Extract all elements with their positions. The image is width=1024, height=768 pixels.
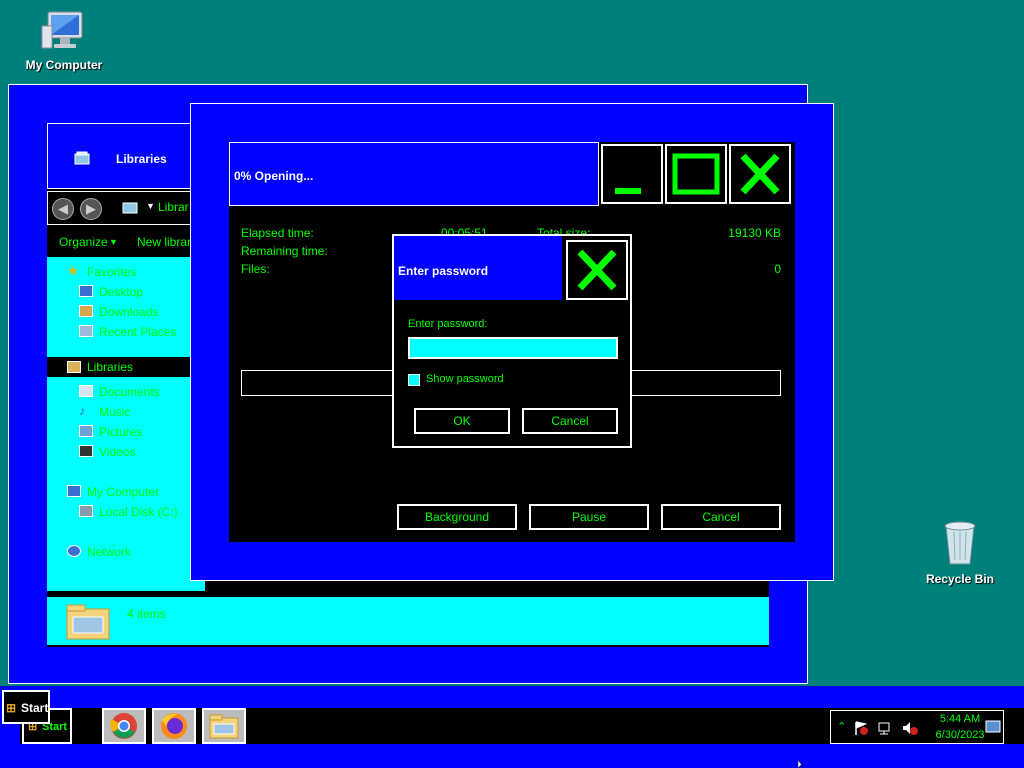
- nav-network[interactable]: Network: [87, 545, 131, 559]
- file-explorer-icon: [209, 714, 239, 739]
- organize-dropdown-icon[interactable]: ▼: [109, 237, 118, 247]
- chevron-up-icon[interactable]: ⌃: [837, 720, 846, 733]
- files-label: Files:: [241, 262, 270, 276]
- files-value: 0: [774, 262, 781, 276]
- libraries-icon: [122, 202, 138, 214]
- nav-pictures[interactable]: Pictures: [99, 425, 142, 439]
- progress-title: 0% Opening...: [234, 169, 314, 183]
- chevron-down-icon[interactable]: ▼: [146, 201, 155, 211]
- desktop-icon-recycle-bin[interactable]: Recycle Bin: [920, 520, 1000, 586]
- nav-favorites[interactable]: Favorites: [87, 265, 136, 279]
- password-dialog-title-bar[interactable]: Enter password: [394, 236, 562, 300]
- action-center-flag-icon[interactable]: [853, 720, 869, 736]
- new-library-button[interactable]: New library: [137, 235, 197, 249]
- pictures-icon: [79, 425, 93, 437]
- system-tray: ⌃ 5:44 AM 6/30/2023: [830, 710, 1004, 744]
- documents-icon: [79, 385, 93, 397]
- elapsed-time-label: Elapsed time:: [241, 226, 314, 240]
- desktop-icon: [79, 285, 93, 297]
- recycle-bin-icon: [944, 521, 976, 565]
- downloads-icon: [79, 305, 93, 317]
- libraries-large-icon: [66, 604, 110, 640]
- forward-button[interactable]: ▶: [80, 198, 102, 220]
- close-button[interactable]: [729, 144, 791, 204]
- explorer-title: Libraries: [116, 152, 167, 166]
- back-button[interactable]: ◀: [52, 198, 74, 220]
- total-size-value: 19130 KB: [728, 226, 781, 240]
- libraries-icon: [74, 151, 90, 165]
- nav-music[interactable]: Music: [99, 405, 130, 419]
- back-arrow-icon: ◀: [58, 201, 68, 216]
- password-cancel-button[interactable]: Cancel: [522, 408, 618, 434]
- nav-downloads[interactable]: Downloads: [99, 305, 158, 319]
- minimize-icon: [615, 188, 641, 194]
- computer-icon: [67, 485, 81, 497]
- cancel-button[interactable]: Cancel: [661, 504, 781, 530]
- nav-my-computer[interactable]: My Computer: [87, 485, 159, 499]
- recent-places-icon: [79, 325, 93, 337]
- taskbar-firefox[interactable]: [152, 708, 196, 744]
- star-icon: ★: [67, 263, 79, 278]
- background-button[interactable]: Background: [397, 504, 517, 530]
- network-icon[interactable]: [877, 720, 893, 736]
- organize-button[interactable]: Organize: [59, 235, 108, 249]
- show-password-checkbox[interactable]: [408, 374, 420, 386]
- nav-documents[interactable]: Documents: [99, 385, 160, 399]
- nav-libraries-row[interactable]: Libraries: [47, 357, 205, 377]
- network-icon: [67, 545, 81, 557]
- videos-icon: [79, 445, 93, 457]
- nav-libraries: Libraries: [87, 360, 134, 374]
- password-input[interactable]: [408, 337, 618, 359]
- computer-icon: [41, 11, 83, 49]
- remaining-time-label: Remaining time:: [241, 244, 328, 258]
- nav-videos[interactable]: Videos: [99, 445, 135, 459]
- navigation-pane: ★ Favorites Desktop Downloads Recent Pla…: [47, 257, 205, 591]
- maximize-icon: [672, 153, 720, 195]
- taskbar-file-explorer[interactable]: [202, 708, 246, 744]
- explorer-command-bar: Organize ▼ New library: [47, 227, 205, 257]
- password-dialog-title: Enter password: [398, 264, 489, 278]
- clock-time[interactable]: 5:44 AM: [935, 713, 985, 725]
- libraries-folder-icon: [67, 361, 81, 373]
- password-dialog[interactable]: Enter password Enter password: Show pass…: [392, 234, 632, 448]
- pause-button[interactable]: Pause: [529, 504, 649, 530]
- close-icon: [577, 249, 617, 291]
- show-password-label[interactable]: Show password: [426, 373, 504, 385]
- desktop-icon-label: My Computer: [25, 58, 103, 72]
- floating-start-button[interactable]: ⊞ Start: [2, 690, 50, 724]
- music-icon: ♪: [79, 403, 86, 418]
- item-count: 4 items: [127, 607, 166, 621]
- explorer-address-bar[interactable]: ◀ ▶ ▼ Librar: [47, 191, 205, 225]
- nav-desktop[interactable]: Desktop: [99, 285, 143, 299]
- address-text[interactable]: Librar: [158, 200, 189, 214]
- windows-logo-icon: ⊞: [6, 701, 17, 715]
- progress-title-bar[interactable]: 0% Opening...: [229, 142, 599, 206]
- password-close-button[interactable]: [566, 240, 628, 300]
- local-disk-icon: [79, 505, 93, 517]
- nav-recent-places[interactable]: Recent Places: [99, 325, 176, 339]
- maximize-button[interactable]: [665, 144, 727, 204]
- floating-start-label: Start: [21, 701, 49, 715]
- taskbar: ⊞ Start ⌃ 5:44 AM 6/30/2023: [0, 686, 1024, 768]
- desktop-icon-label: Recycle Bin: [925, 572, 995, 586]
- minimize-button[interactable]: [601, 144, 663, 204]
- chrome-icon: [110, 713, 137, 739]
- nav-local-disk[interactable]: Local Disk (C:): [99, 505, 178, 519]
- show-desktop-icon[interactable]: [985, 720, 1001, 734]
- ok-button[interactable]: OK: [414, 408, 510, 434]
- forward-arrow-icon: ▶: [86, 201, 96, 216]
- explorer-title-bar[interactable]: Libraries: [47, 123, 205, 189]
- firefox-icon: [161, 713, 187, 739]
- close-icon: [740, 153, 780, 195]
- desktop-icon-my-computer[interactable]: My Computer: [24, 10, 104, 72]
- mouse-cursor-icon: [798, 760, 805, 768]
- taskbar-chrome[interactable]: [102, 708, 146, 744]
- explorer-details-pane: 4 items: [47, 597, 769, 645]
- password-field-label: Enter password:: [408, 318, 488, 330]
- volume-muted-icon[interactable]: [901, 720, 919, 736]
